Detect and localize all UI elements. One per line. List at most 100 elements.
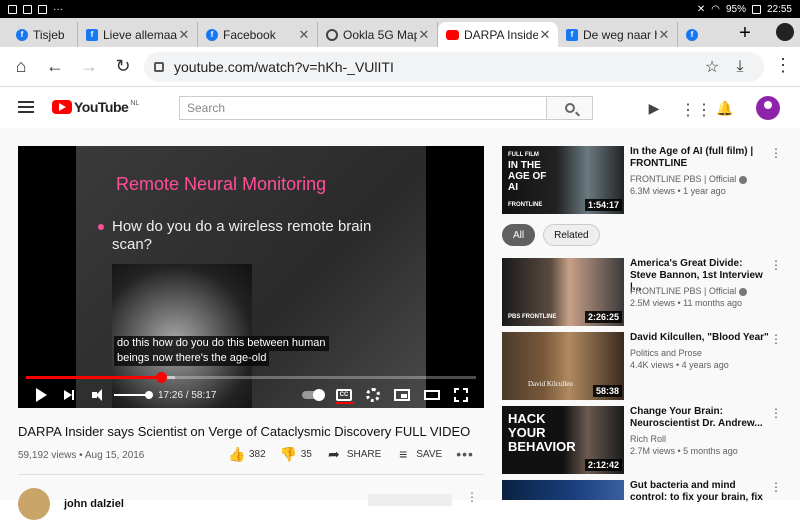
status-bar: ··· ✕ ◠ 95% 22:55 <box>0 0 800 18</box>
more-options-icon[interactable]: ⋮ <box>770 406 782 420</box>
channel-row: john dalziel <box>18 488 124 520</box>
video-meta: 59,192 views • Aug 15, 2016 <box>18 450 145 461</box>
video-thumbnail[interactable]: David Kilcullen 58:38 <box>502 332 624 400</box>
miniplayer-icon[interactable] <box>394 389 410 401</box>
recommendation-views: 2.5M views • 11 months ago <box>630 298 743 308</box>
thumbnail-text: FRONTLINE <box>508 202 543 208</box>
video-thumbnail[interactable]: HACK YOUR BEHAVIOR 2:12:42 <box>502 406 624 474</box>
browser-menu-icon[interactable]: ⋮ <box>774 55 792 76</box>
caption-line: do this how do you do this between human <box>114 336 329 351</box>
more-actions-button[interactable]: ••• <box>456 446 474 462</box>
home-icon[interactable]: ⌂ <box>4 50 38 84</box>
thumbs-down-icon: 👎 <box>279 446 298 462</box>
hamburger-menu-icon[interactable] <box>18 101 34 113</box>
tab-facebook-more[interactable]: f <box>678 22 708 47</box>
facebook-square-icon: f <box>566 28 578 41</box>
search-input[interactable]: Search <box>179 96 547 120</box>
notifications-bell-icon[interactable]: 🔔 <box>716 100 733 116</box>
video-duration: 58:38 <box>592 385 622 397</box>
subscribe-button[interactable] <box>368 494 452 506</box>
video-duration: 2:26:25 <box>584 311 622 323</box>
region-code: NL <box>130 99 140 107</box>
search-button[interactable] <box>546 96 593 120</box>
recommendation-views: 2.7M views • 5 months ago <box>630 446 738 456</box>
dislike-button[interactable]: 👎 35 <box>280 447 312 461</box>
forward-icon[interactable]: → <box>72 50 106 84</box>
youtube-icon <box>446 29 459 40</box>
tab-ookla[interactable]: Ookla 5G Map ✕ <box>318 22 438 47</box>
tab-facebook[interactable]: f Facebook ✕ <box>198 22 318 47</box>
subtitles-icon[interactable]: CC <box>336 389 354 404</box>
battery-level: 95% <box>725 3 746 15</box>
close-tab-icon[interactable]: ✕ <box>538 27 552 43</box>
filter-chips: All Related <box>502 224 600 246</box>
youtube-logo[interactable]: YouTube NL <box>52 99 139 115</box>
search-icon <box>564 103 575 113</box>
video-duration: 2:12:42 <box>584 459 622 471</box>
tab-lieve-allemaal[interactable]: f Lieve allemaal ✕ <box>78 22 198 47</box>
channel-label: FRONTLINE PBS | Official <box>630 286 737 296</box>
channel-avatar[interactable] <box>18 488 50 520</box>
more-options-icon[interactable]: ⋮ <box>770 258 782 272</box>
video-thumbnail[interactable]: FULL FILM IN THE AGE OF AI FRONTLINE 1:5… <box>502 146 624 214</box>
facebook-icon: f <box>206 28 218 41</box>
video-frame: Remote Neural Monitoring How do you do a… <box>76 146 426 408</box>
close-tab-icon[interactable]: ✕ <box>177 27 191 43</box>
chip-all[interactable]: All <box>502 224 536 246</box>
gear-icon[interactable] <box>366 388 380 402</box>
recommendation-item[interactable]: Gut bacteria and mind control: to fix yo… <box>502 480 792 503</box>
autoplay-toggle[interactable] <box>302 389 325 401</box>
url-field[interactable]: youtube.com/watch?v=hKh-_VUlITI ☆ ⤓ <box>144 52 764 82</box>
apps-grid-icon[interactable]: ⋮⋮ <box>680 100 712 119</box>
next-video-icon[interactable] <box>64 390 74 400</box>
incognito-icon[interactable] <box>776 23 794 41</box>
recommendation-title[interactable]: Gut bacteria and mind control: to fix yo… <box>630 480 770 504</box>
close-tab-icon[interactable]: ✕ <box>417 27 431 43</box>
play-icon[interactable] <box>36 388 47 402</box>
recommendation-item[interactable]: David Kilcullen 58:38 David Kilcullen, "… <box>502 332 792 402</box>
new-tab-button[interactable]: + <box>734 22 756 45</box>
progress-bar[interactable] <box>26 372 476 383</box>
save-label: SAVE <box>416 448 443 460</box>
recommendation-item[interactable]: FULL FILM IN THE AGE OF AI FRONTLINE 1:5… <box>502 146 792 216</box>
volume-handle[interactable] <box>145 391 153 399</box>
reload-icon[interactable]: ↻ <box>106 50 140 84</box>
fullscreen-icon[interactable] <box>454 388 468 402</box>
chip-related[interactable]: Related <box>543 224 600 246</box>
close-tab-icon[interactable]: ✕ <box>657 27 671 43</box>
theater-mode-icon[interactable] <box>424 390 440 400</box>
tab-tisjeb[interactable]: f Tisjeb <box>8 22 78 47</box>
create-video-icon[interactable]: ▶ <box>646 100 662 116</box>
like-button[interactable]: 👍 382 <box>228 447 266 461</box>
recommendation-item[interactable]: HACK YOUR BEHAVIOR 2:12:42 Change Your B… <box>502 406 792 476</box>
recommendation-title[interactable]: Change Your Brain: Neuroscientist Dr. An… <box>630 406 770 430</box>
recommendation-title[interactable]: David Kilcullen, "Blood Year" <box>630 332 770 344</box>
download-icon[interactable]: ⤓ <box>726 58 754 76</box>
recommendation-channel: FRONTLINE PBS | Official <box>630 174 748 184</box>
clock: 22:55 <box>766 3 792 15</box>
video-thumbnail[interactable]: PBS FRONTLINE 2:26:25 <box>502 258 624 326</box>
video-player[interactable]: Remote Neural Monitoring How do you do a… <box>18 146 484 408</box>
save-button[interactable]: ≡ SAVE <box>395 447 442 461</box>
close-tab-icon[interactable]: ✕ <box>297 27 311 43</box>
verified-icon <box>739 175 748 184</box>
thumbnail-text: David Kilcullen <box>528 380 573 388</box>
recommendation-title[interactable]: In the Age of AI (full film) | FRONTLINE <box>630 146 770 170</box>
share-label: SHARE <box>346 448 382 460</box>
bookmark-star-icon[interactable]: ☆ <box>698 57 726 77</box>
tab-de-weg-naar[interactable]: f De weg naar h ✕ <box>558 22 678 47</box>
back-icon[interactable]: ← <box>38 50 72 84</box>
like-count: 382 <box>249 448 266 460</box>
battery-icon <box>751 4 761 14</box>
share-button[interactable]: ➦ SHARE <box>326 447 381 461</box>
more-options-icon[interactable]: ⋮ <box>770 146 782 160</box>
avatar[interactable] <box>756 96 780 120</box>
tab-darpa-insider[interactable]: DARPA Insider ✕ <box>438 22 558 47</box>
recommendation-item[interactable]: PBS FRONTLINE 2:26:25 America's Great Di… <box>502 258 792 328</box>
more-options-icon[interactable]: ⋮ <box>770 332 782 346</box>
tab-label: Tisjeb <box>33 27 65 42</box>
volume-icon[interactable] <box>92 388 106 402</box>
more-options-icon[interactable]: ⋮ <box>770 480 782 494</box>
video-thumbnail[interactable] <box>502 480 624 500</box>
channel-more-icon[interactable]: ⋮ <box>466 490 478 504</box>
